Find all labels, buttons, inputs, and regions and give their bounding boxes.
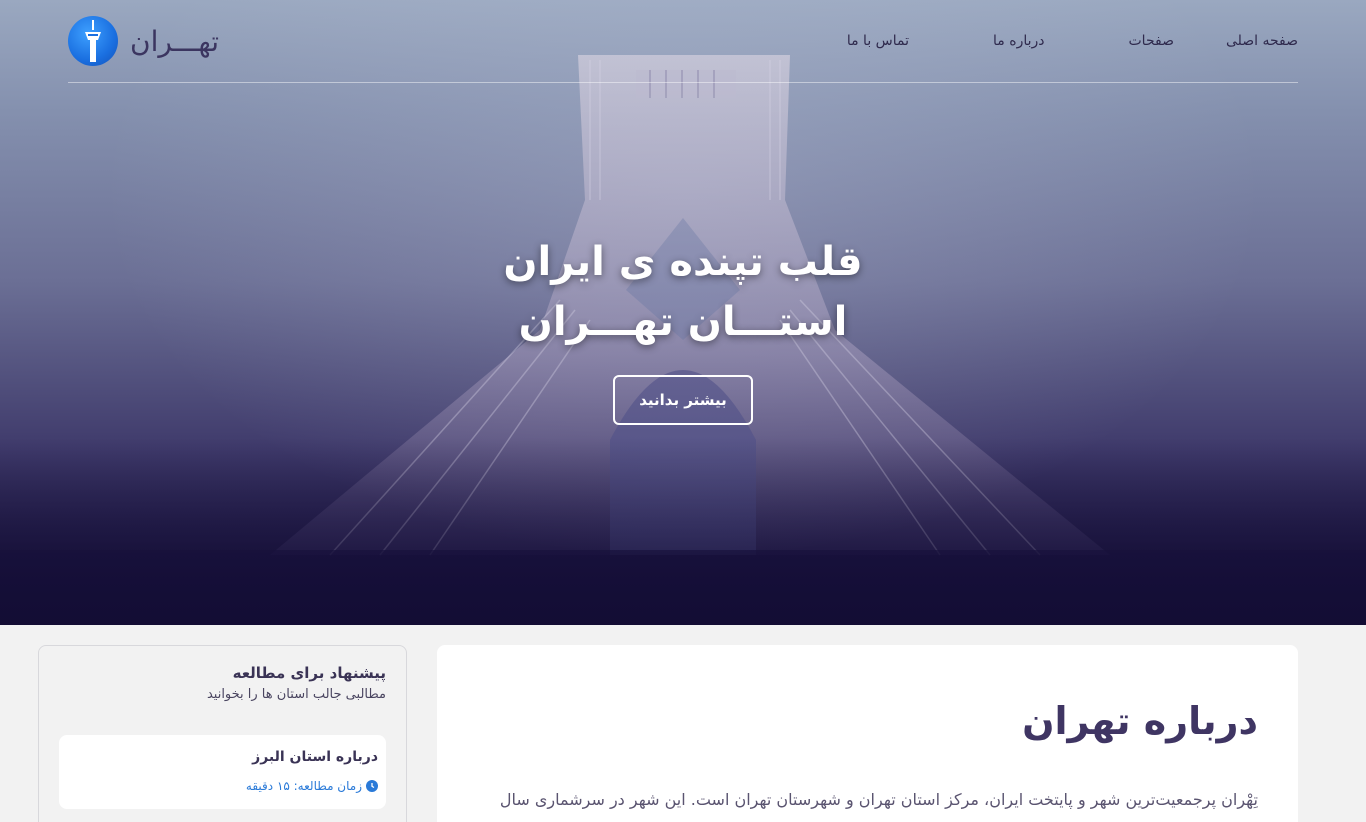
top-navbar: تهـــران تماس با ما درباره ما صفحات صفحه…: [68, 0, 1298, 83]
reading-suggestions-panel: پیشنهاد برای مطالعه مطالبی جالب استان ها…: [38, 645, 407, 822]
reading-time-text: زمان مطالعه: ۱۵ دقیقه: [245, 779, 362, 793]
suggestion-item[interactable]: درباره استان البرز زمان مطالعه: ۱۵ دقیقه: [59, 735, 386, 809]
article-text: تِهْران پرجمعیت‌ترین شهر و پایتخت ایران،…: [499, 790, 1258, 809]
brand[interactable]: تهـــران: [68, 16, 219, 66]
nav-home[interactable]: صفحه اصلی: [1226, 33, 1298, 49]
clock-icon: [366, 780, 378, 792]
suggestion-title[interactable]: درباره استان البرز: [252, 749, 378, 765]
nav-about[interactable]: درباره ما: [937, 33, 1100, 49]
nav-pages[interactable]: صفحات: [1101, 33, 1226, 49]
hero-section: تهـــران تماس با ما درباره ما صفحات صفحه…: [0, 0, 1366, 625]
brand-name[interactable]: تهـــران: [130, 25, 219, 58]
article-title: درباره تهران: [1022, 699, 1258, 743]
hero-title-line2: استـــان تهـــران: [518, 299, 848, 345]
panel-title: پیشنهاد برای مطالعه: [232, 664, 386, 682]
nav-contact[interactable]: تماس با ما: [847, 33, 937, 49]
milad-tower-icon[interactable]: [68, 16, 118, 66]
hero-title-line1: قلب تپنده ی ایران: [503, 239, 863, 285]
learn-more-button[interactable]: بیشتر بدانید: [613, 375, 753, 425]
about-tehran-card: درباره تهران تِهْران پرجمعیت‌ترین شهر و …: [437, 645, 1298, 822]
panel-subtitle: مطالبی جالب استان ها را بخوانید: [206, 687, 386, 702]
main-menu: تماس با ما درباره ما صفحات صفحه اصلی: [847, 33, 1298, 49]
reading-time: زمان مطالعه: ۱۵ دقیقه: [246, 779, 378, 793]
